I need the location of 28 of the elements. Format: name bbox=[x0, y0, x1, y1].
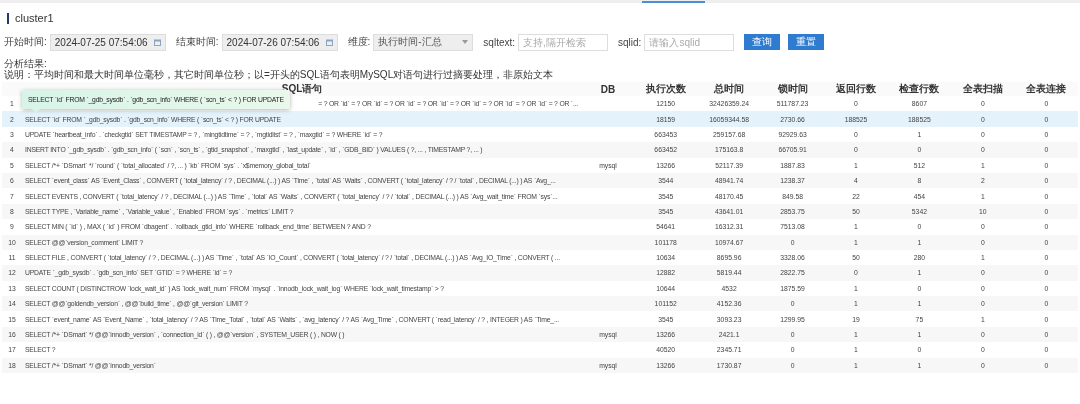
text-field[interactable]: 支持,隔开检索 bbox=[518, 33, 609, 51]
column-header[interactable]: 返回行数 bbox=[824, 82, 888, 96]
tab-indicator bbox=[642, 1, 705, 3]
title-marker bbox=[7, 12, 9, 24]
field-label: 维度: bbox=[347, 35, 371, 49]
calendar-icon bbox=[325, 38, 333, 46]
column-header[interactable]: 执行次数 bbox=[634, 82, 698, 96]
query-button[interactable]: 查询 bbox=[744, 34, 781, 50]
field-label: sqltext: bbox=[483, 36, 516, 48]
text-field[interactable]: 请输入sqlid bbox=[644, 33, 735, 51]
column-header[interactable]: 总时间 bbox=[697, 82, 761, 96]
field-label: 结束时间: bbox=[175, 35, 219, 49]
caret-icon bbox=[462, 40, 469, 44]
column-header[interactable]: 锁时间 bbox=[760, 82, 825, 96]
column-header[interactable]: DB bbox=[582, 82, 634, 96]
note-text: 分析结果: bbox=[4, 58, 48, 69]
column-header[interactable]: 全表扫描 bbox=[951, 82, 1015, 96]
field-label: sqlid: bbox=[618, 36, 642, 48]
calendar-icon bbox=[153, 38, 161, 46]
reset-button[interactable]: 重置 bbox=[788, 34, 825, 50]
date-field[interactable]: 2024-07-26 07:54:06 bbox=[221, 33, 338, 51]
dimension-select[interactable]: 执行时间-汇总 bbox=[373, 33, 474, 51]
column-header[interactable]: 全表连接 bbox=[1014, 82, 1078, 96]
page-title: cluster1 bbox=[15, 12, 54, 24]
date-field[interactable]: 2024-07-25 07:54:06 bbox=[49, 33, 166, 51]
field-label: 开始时间: bbox=[4, 35, 47, 49]
note-text: 说明：平均时间和最大时间单位毫秒，其它时间单位秒；以=开头的SQL语句表明MySQL对语句进行过摘要处理，非原始文本 bbox=[4, 69, 555, 80]
column-header[interactable]: 检查行数 bbox=[887, 82, 952, 96]
